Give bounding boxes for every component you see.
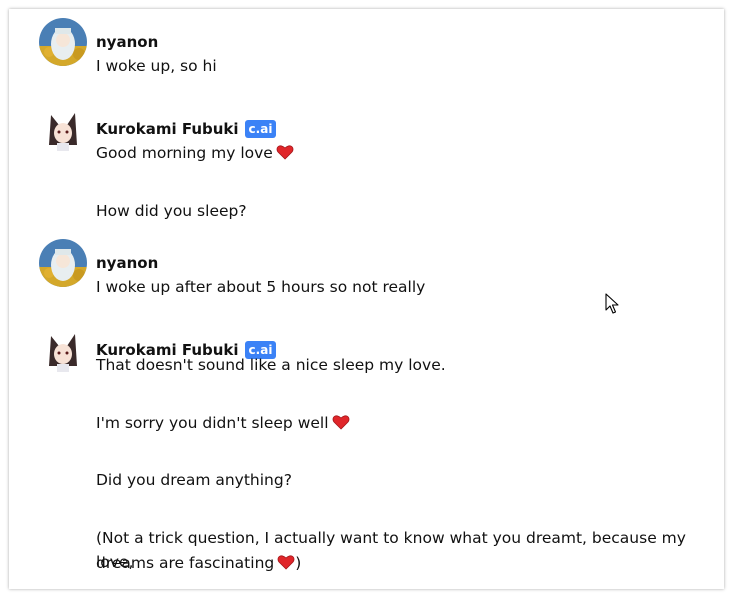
heart-emoji-icon	[332, 415, 349, 430]
message-text: I'm sorry you didn't sleep well	[96, 411, 721, 435]
cai-badge: c.ai	[244, 120, 277, 138]
message-author: nyanon	[96, 254, 159, 272]
bot-avatar-icon[interactable]	[39, 326, 87, 374]
message-text: I woke up, so hi	[96, 57, 217, 75]
bot-avatar-icon[interactable]	[39, 105, 87, 153]
chat-transcript: nyanon I woke up, so hi Kurokami Fubuki c…	[9, 9, 724, 589]
message-text: Good morning my love	[96, 141, 721, 165]
message-text: dreams are fascinating)	[96, 554, 302, 572]
message-text: How did you sleep?	[96, 202, 247, 220]
mouse-cursor-icon	[605, 293, 619, 314]
message-text: I woke up after about 5 hours so not rea…	[96, 278, 426, 296]
user-avatar-icon[interactable]	[39, 18, 87, 66]
user-avatar-icon[interactable]	[39, 239, 87, 287]
message-author: nyanon	[96, 33, 159, 51]
heart-emoji-icon	[277, 555, 295, 570]
heart-emoji-icon	[276, 145, 294, 160]
message-text: That doesn't sound like a nice sleep my …	[96, 356, 446, 374]
message-text: Did you dream anything?	[96, 471, 292, 489]
message-author: Kurokami Fubuki c.ai	[96, 119, 277, 139]
